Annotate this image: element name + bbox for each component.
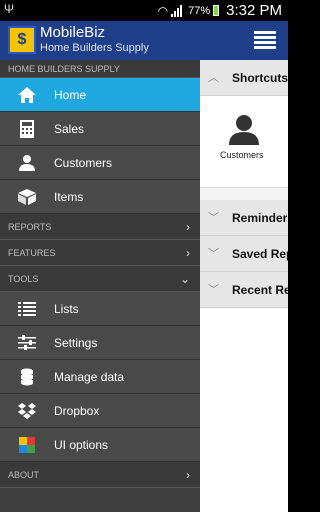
status-bar: Ψ ◠ 77% 3:32 PM [0, 0, 288, 21]
nav-item-customers[interactable]: Customers [0, 146, 200, 180]
usb-icon: Ψ [4, 2, 15, 16]
calculator-icon [0, 119, 54, 139]
database-icon [0, 368, 54, 386]
chevron-down-icon: ﹀ [208, 248, 219, 260]
chevron-down-icon: ﹀ [208, 284, 219, 296]
palette-icon [0, 436, 54, 453]
home-icon [0, 86, 54, 104]
spacer [200, 188, 288, 200]
list-icon [0, 301, 54, 317]
nav-item-settings[interactable]: Settings [0, 326, 200, 360]
nav-item-label: Dropbox [54, 403, 100, 418]
app-logo[interactable]: $ [8, 26, 36, 54]
nav-item-ui-options[interactable]: UI options [0, 428, 200, 462]
shortcuts-header[interactable]: ︿ Shortcuts [200, 60, 288, 96]
section-about[interactable]: ABOUT › [0, 462, 200, 488]
menu-icon[interactable] [254, 31, 276, 49]
nav-item-label: Sales [54, 121, 85, 136]
nav-item-label: UI options [54, 437, 109, 452]
app-title: MobileBiz [40, 24, 106, 41]
chevron-down-icon: ﹀ [208, 212, 219, 224]
nav-item-lists[interactable]: Lists [0, 292, 200, 326]
nav-item-label: Home [54, 87, 87, 102]
nav-item-manage-data[interactable]: Manage data [0, 360, 200, 394]
nav-item-items[interactable]: Items [0, 180, 200, 214]
chevron-right-icon: › [186, 246, 190, 260]
drawer-header: HOME BUILDERS SUPPLY [0, 60, 200, 78]
dropbox-icon [0, 402, 54, 420]
battery-percent: 77% [188, 4, 211, 17]
section-features[interactable]: FEATURES › [0, 240, 200, 266]
chevron-down-icon: ⌄ [179, 272, 190, 286]
box-icon [0, 188, 54, 206]
nav-item-dropbox[interactable]: Dropbox [0, 394, 200, 428]
shortcut-customers[interactable] [226, 114, 262, 151]
app-subtitle: Home Builders Supply [40, 42, 149, 54]
clock: 3:32 PM [226, 2, 282, 19]
chevron-right-icon: › [186, 220, 190, 234]
shortcut-label: Customers [220, 150, 264, 160]
nav-item-home[interactable]: Home [0, 78, 200, 112]
nav-item-label: Items [54, 189, 84, 204]
reminders-header[interactable]: ﹀ Reminders [200, 200, 288, 236]
chevron-up-icon: ︿ [208, 72, 219, 84]
section-reports[interactable]: REPORTS › [0, 214, 200, 240]
nav-item-sales[interactable]: Sales [0, 112, 200, 146]
nav-item-label: Manage data [54, 369, 125, 384]
wifi-icon: ◠ [157, 3, 169, 18]
nav-item-label: Customers [54, 155, 113, 170]
nav-item-label: Settings [54, 335, 98, 350]
home-content: ︿ Shortcuts Customers ﹀ Reminders ﹀ Save… [200, 60, 288, 512]
shortcuts-panel: Customers [200, 96, 288, 188]
person-icon [229, 115, 259, 145]
person-icon [0, 154, 54, 172]
sliders-icon [0, 334, 54, 351]
chevron-right-icon: › [186, 468, 190, 482]
nav-item-label: Lists [54, 301, 79, 316]
saved-reports-header[interactable]: ﹀ Saved Reports [200, 236, 288, 272]
recent-reports-header[interactable]: ﹀ Recent Reports [200, 272, 288, 308]
battery-icon [213, 5, 220, 16]
action-bar: $ MobileBiz Home Builders Supply [0, 21, 288, 60]
navigation-drawer: HOME BUILDERS SUPPLY Home Sales Customer… [0, 60, 200, 512]
signal-icon [171, 4, 185, 17]
section-tools[interactable]: TOOLS ⌄ [0, 266, 200, 292]
